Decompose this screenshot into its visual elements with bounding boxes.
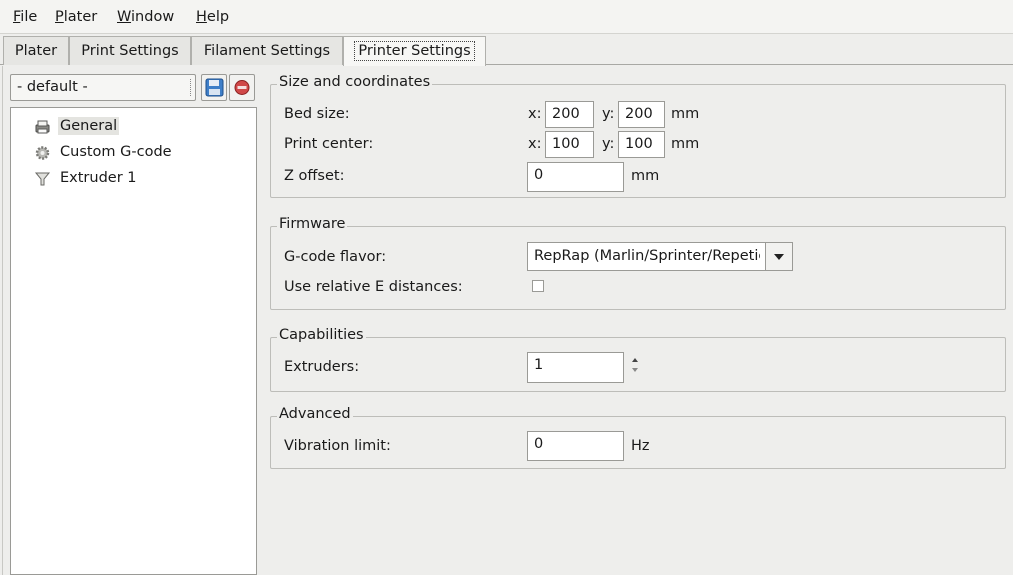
delete-preset-button[interactable] <box>229 74 255 101</box>
delete-icon <box>234 80 250 95</box>
menu-window-mnemonic: W <box>117 9 132 25</box>
menu-plater[interactable]: Plater <box>55 9 97 25</box>
cog-icon <box>35 146 50 160</box>
vibration-limit-label: Vibration limit: <box>284 438 391 454</box>
gcode-flavor-value: RepRap (Marlin/Sprinter/Repetier) <box>534 248 760 264</box>
menu-file-label: ile <box>20 9 38 25</box>
funnel-icon <box>34 172 51 186</box>
tree-item-extruder-1-label: Extruder 1 <box>60 170 137 186</box>
printer-icon <box>35 120 50 134</box>
group-firmware: Firmware G-code flavor: RepRap (Marlin/S… <box>270 216 1006 310</box>
extruders-label: Extruders: <box>284 359 360 375</box>
tab-printer-settings-label: Printer Settings <box>354 41 475 61</box>
bed-size-label: Bed size: <box>284 106 350 122</box>
tab-printer-settings[interactable]: Printer Settings <box>343 36 486 66</box>
relative-e-checkbox[interactable] <box>532 280 544 292</box>
tab-print-settings-label: Print Settings <box>81 43 179 59</box>
tree-item-custom-gcode-label: Custom G-code <box>60 144 172 160</box>
relative-e-label: Use relative E distances: <box>284 279 463 295</box>
tab-filament-settings[interactable]: Filament Settings <box>191 36 343 65</box>
tree-item-general-label: General <box>58 117 120 135</box>
bed-size-y-label: y: <box>602 106 615 122</box>
bed-size-unit: mm <box>671 106 700 122</box>
group-size-and-coordinates-title: Size and coordinates <box>277 74 433 90</box>
print-center-label: Print center: <box>284 136 374 152</box>
save-preset-button[interactable] <box>201 74 227 101</box>
z-offset-label: Z offset: <box>284 168 345 184</box>
menu-plater-mnemonic: P <box>55 9 64 25</box>
preset-select[interactable]: - default - <box>10 74 196 101</box>
print-center-x-input[interactable]: 100 <box>545 131 594 158</box>
gcode-flavor-label: G-code flavor: <box>284 249 387 265</box>
chevron-down-icon[interactable] <box>765 243 792 270</box>
menu-help-label: elp <box>206 9 230 25</box>
group-size-and-coordinates: Size and coordinates Bed size: x: 200 y:… <box>270 74 1006 198</box>
vibration-limit-input[interactable]: 0 <box>527 431 624 461</box>
extruders-input[interactable]: 1 <box>527 352 624 383</box>
menu-window[interactable]: Window <box>117 9 174 25</box>
tab-print-settings[interactable]: Print Settings <box>69 36 191 65</box>
menu-bar: File Plater Window Help <box>0 0 1013 34</box>
z-offset-input[interactable]: 0 <box>527 162 624 192</box>
print-center-unit: mm <box>671 136 700 152</box>
group-advanced: Advanced Vibration limit: 0 Hz <box>270 406 1006 469</box>
menu-plater-label: later <box>63 9 98 25</box>
print-center-y-input[interactable]: 100 <box>618 131 665 158</box>
bed-size-x-input[interactable]: 200 <box>545 101 594 128</box>
settings-tree: General Custom G-code Extruder 1 <box>10 107 257 575</box>
preset-select-separator <box>190 79 191 96</box>
group-advanced-title: Advanced <box>277 406 353 422</box>
print-center-x-label: x: <box>528 136 542 152</box>
tab-bar: Plater Print Settings Filament Settings … <box>0 35 1013 66</box>
group-capabilities-title: Capabilities <box>277 327 366 343</box>
floppy-disk-icon <box>205 78 224 97</box>
spin-down-icon[interactable] <box>632 368 638 372</box>
spin-up-icon[interactable] <box>632 358 638 362</box>
z-offset-unit: mm <box>631 168 660 184</box>
menu-file[interactable]: File <box>13 9 37 25</box>
print-center-y-label: y: <box>602 136 615 152</box>
menu-help-mnemonic: H <box>196 9 207 25</box>
menu-help[interactable]: Help <box>196 9 229 25</box>
bed-size-y-input[interactable]: 200 <box>618 101 665 128</box>
menu-window-label: indow <box>131 9 175 25</box>
tab-plater-label: Plater <box>14 43 58 59</box>
preset-panel: - default - General Custom G-code Extrud… <box>0 66 260 575</box>
preset-select-value: - default - <box>17 79 88 95</box>
tab-plater[interactable]: Plater <box>3 36 69 65</box>
bed-size-x-label: x: <box>528 106 542 122</box>
tab-filament-settings-label: Filament Settings <box>203 43 331 59</box>
group-capabilities: Capabilities Extruders: 1 <box>270 327 1006 392</box>
gcode-flavor-select[interactable]: RepRap (Marlin/Sprinter/Repetier) <box>527 242 793 271</box>
vibration-limit-unit: Hz <box>631 438 650 454</box>
group-firmware-title: Firmware <box>277 216 348 232</box>
